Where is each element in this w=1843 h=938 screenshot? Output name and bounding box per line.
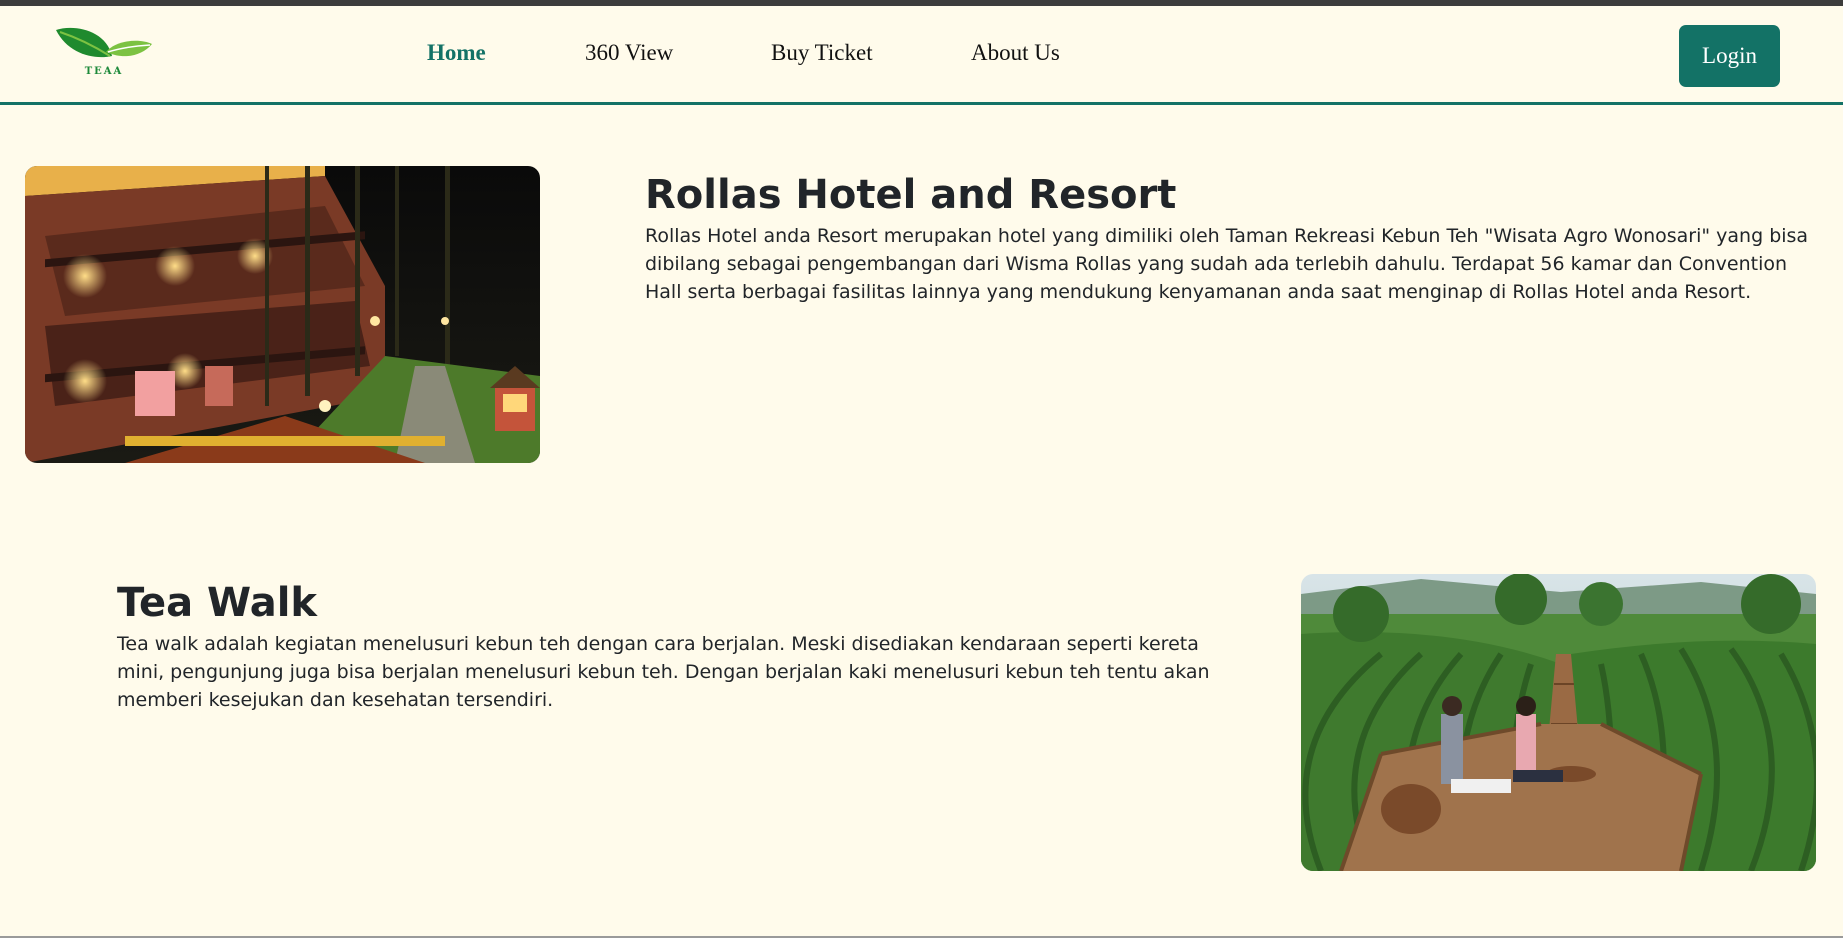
nav-buy-ticket[interactable]: Buy Ticket <box>771 40 873 66</box>
section-description: Tea walk adalah kegiatan menelusuri kebu… <box>117 633 1210 711</box>
section-title: Rollas Hotel and Resort <box>645 172 1177 218</box>
nav-home[interactable]: Home <box>427 40 486 66</box>
nav-about-us[interactable]: About Us <box>971 40 1060 66</box>
brand-logo[interactable]: TEAA <box>54 26 154 82</box>
leaf-icon <box>56 27 152 58</box>
section-description: Rollas Hotel anda Resort merupakan hotel… <box>645 225 1809 303</box>
navbar: TEAA Home 360 View Buy Ticket About Us L… <box>0 6 1843 105</box>
logo-text: TEAA <box>84 66 124 77</box>
login-button[interactable]: Login <box>1679 25 1780 87</box>
nav-360-view[interactable]: 360 View <box>585 40 673 66</box>
section-title: Tea Walk <box>117 580 318 626</box>
tea-walk-image <box>1301 574 1816 871</box>
hotel-image <box>25 166 540 463</box>
